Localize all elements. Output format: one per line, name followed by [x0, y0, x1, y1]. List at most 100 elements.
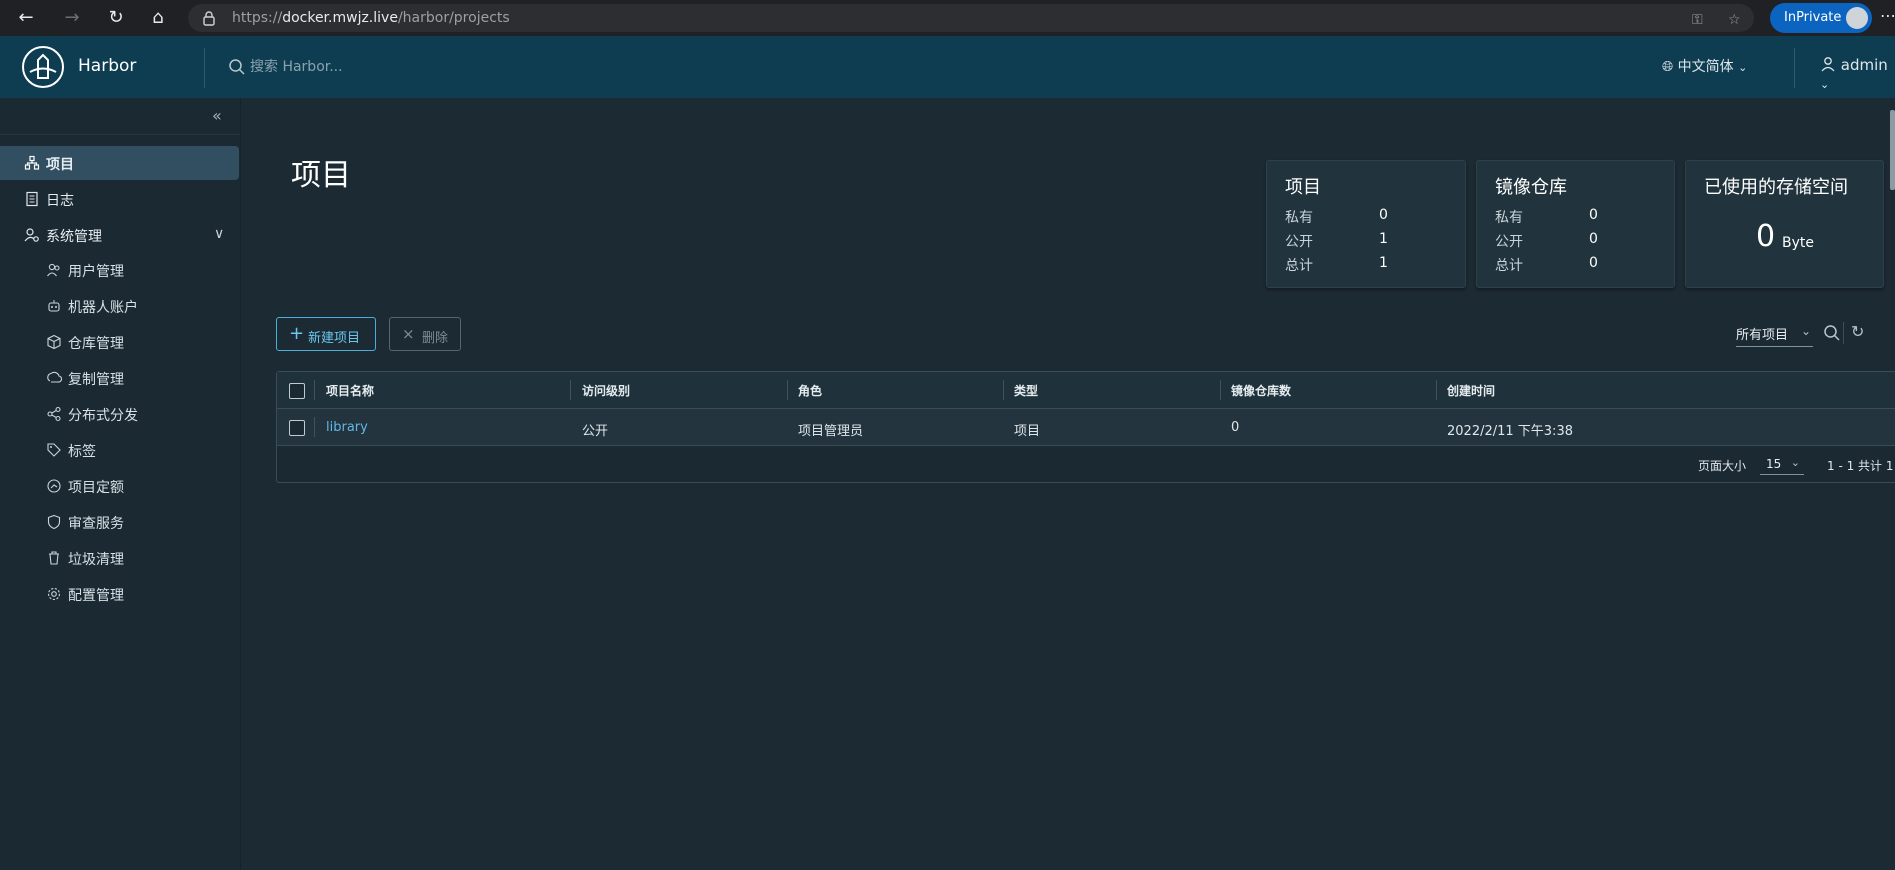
column-header[interactable]: 类型	[1014, 382, 1038, 399]
projects-table: 项目名称 访问级别 角色 类型 镜像仓库数 创建时间 library 公开 项目…	[276, 371, 1895, 483]
column-divider	[1003, 380, 1004, 400]
card-row-value: 1	[1379, 255, 1388, 271]
card-row-value: 0	[1589, 255, 1598, 271]
refresh-icon[interactable]: ↻	[104, 6, 128, 30]
column-divider	[570, 380, 571, 400]
column-header[interactable]: 访问级别	[582, 382, 630, 399]
harbor-logo-icon[interactable]	[22, 46, 64, 88]
column-divider	[1220, 380, 1221, 400]
plus-icon: +	[289, 323, 305, 344]
card-row-label: 公开	[1495, 234, 1523, 250]
column-divider	[1436, 380, 1437, 400]
column-header[interactable]: 创建时间	[1447, 382, 1495, 399]
trash-icon	[49, 551, 59, 565]
chevron-down-icon: ⌄	[1738, 61, 1748, 74]
row-checkbox[interactable]	[289, 420, 305, 436]
chevron-down-icon[interactable]: ∨	[214, 226, 224, 242]
project-name-link[interactable]: library	[326, 420, 368, 435]
sidebar-item-configuration[interactable]: 配置管理	[0, 578, 240, 610]
card-row-value: 0	[1589, 231, 1598, 247]
key-icon[interactable]: ⚿	[1692, 12, 1703, 28]
new-project-button[interactable]: + 新建项目	[276, 317, 376, 351]
tag-icon	[47, 443, 61, 457]
card-row-label: 总计	[1285, 258, 1313, 274]
page-title: 项目	[291, 158, 351, 193]
main-content: 项目 项目 私有 0 公开 1 总计 1 镜像仓库 私有 0 公开 0 总计 0…	[241, 98, 1895, 870]
sidebar-item-admin[interactable]: 系统管理 ∨	[0, 218, 240, 252]
replication-icon	[47, 371, 62, 383]
storage-unit: Byte	[1782, 235, 1814, 251]
record-count: 1 - 1 共计 1 条记录	[1827, 459, 1895, 473]
repositories-summary-card: 镜像仓库 私有 0 公开 0 总计 0	[1476, 160, 1675, 288]
sidebar-item-replications[interactable]: 复制管理	[0, 362, 240, 394]
more-icon[interactable]: ⋯	[1880, 6, 1895, 25]
app-name[interactable]: Harbor	[78, 56, 136, 76]
refresh-icon[interactable]: ↻	[1851, 322, 1864, 341]
card-title: 镜像仓库	[1495, 177, 1567, 198]
type-cell: 项目	[1014, 424, 1041, 439]
sidebar-item-users[interactable]: 用户管理	[0, 254, 240, 286]
sidebar-item-robot-accounts[interactable]: 机器人账户	[0, 290, 240, 322]
table-header: 项目名称 访问级别 角色 类型 镜像仓库数 创建时间	[277, 372, 1895, 409]
page-size-label: 页面大小	[1698, 459, 1747, 473]
sidebar-item-labels[interactable]: 标签	[0, 434, 240, 466]
home-icon[interactable]: ⌂	[146, 6, 170, 30]
header-divider	[1794, 48, 1795, 88]
role-cell: 项目管理员	[798, 424, 864, 439]
storage-value: 0	[1756, 219, 1776, 254]
profile-avatar	[1846, 7, 1868, 29]
back-icon[interactable]: ←	[14, 6, 38, 30]
sidebar-item-quotas[interactable]: 项目定额	[0, 470, 240, 502]
robot-icon	[48, 300, 60, 312]
table-row[interactable]: library 公开 项目管理员 项目 0 2022/2/11 下午3:38	[277, 409, 1895, 446]
app-header: Harbor 🌐︎ 中文简体 ⌄ admin ⌄	[0, 36, 1895, 99]
column-header[interactable]: 角色	[798, 382, 822, 399]
forward-icon[interactable]: →	[60, 6, 84, 30]
shield-icon	[47, 514, 61, 530]
column-divider	[314, 417, 315, 437]
column-divider	[787, 380, 788, 400]
user-icon	[1821, 57, 1835, 72]
sidebar-item-gc[interactable]: 垃圾清理	[0, 542, 240, 574]
search-icon	[229, 59, 245, 75]
column-header[interactable]: 项目名称	[326, 382, 374, 399]
user-menu[interactable]: admin ⌄	[1820, 56, 1895, 92]
header-divider	[204, 48, 205, 88]
gear-icon	[47, 587, 61, 601]
delete-button[interactable]: × 删除	[389, 317, 461, 351]
creation-time-cell: 2022/2/11 下午3:38	[1447, 424, 1573, 439]
repo-count-cell: 0	[1231, 420, 1240, 435]
column-header[interactable]: 镜像仓库数	[1231, 382, 1291, 399]
search-icon[interactable]	[1823, 324, 1841, 342]
admin-icon	[24, 228, 39, 242]
sidebar-item-projects[interactable]: 项目	[0, 146, 239, 180]
collapse-sidebar-icon[interactable]: «	[212, 106, 222, 125]
language-selector[interactable]: 🌐︎ 中文简体 ⌄	[1662, 56, 1747, 76]
storage-summary-card: 已使用的存储空间 0 Byte	[1685, 160, 1884, 288]
lock-icon	[203, 11, 215, 26]
card-row-value: 0	[1379, 207, 1388, 223]
registry-icon	[47, 334, 61, 350]
users-icon	[47, 263, 60, 277]
project-filter-select[interactable]: 所有项目 ⌄	[1736, 324, 1813, 347]
chevron-down-icon: ⌄	[1790, 456, 1800, 469]
card-title: 已使用的存储空间	[1704, 177, 1848, 198]
sidebar-item-registries[interactable]: 仓库管理	[0, 326, 240, 358]
chevron-down-icon: ⌄	[1820, 78, 1830, 91]
address-bar[interactable]: https://docker.mwjz.live/harbor/projects…	[188, 4, 1754, 32]
page-scrollbar[interactable]	[1890, 110, 1895, 190]
inprivate-button[interactable]: InPrivate	[1770, 3, 1872, 33]
projects-icon	[24, 155, 40, 170]
globe-icon: 🌐︎	[1662, 59, 1674, 75]
select-all-checkbox[interactable]	[289, 383, 305, 399]
sidebar-item-logs[interactable]: 日志	[0, 182, 240, 216]
distribution-icon	[47, 406, 61, 422]
quota-icon	[47, 479, 61, 493]
card-row-label: 公开	[1285, 234, 1313, 250]
card-row-label: 总计	[1495, 258, 1523, 274]
favorite-star-icon[interactable]: ☆	[1728, 12, 1741, 28]
sidebar-item-interrogation[interactable]: 审查服务	[0, 506, 240, 538]
global-search-input[interactable]	[248, 54, 552, 80]
page-size-select[interactable]: 15 ⌄	[1760, 454, 1804, 475]
sidebar-item-distributions[interactable]: 分布式分发	[0, 398, 240, 430]
